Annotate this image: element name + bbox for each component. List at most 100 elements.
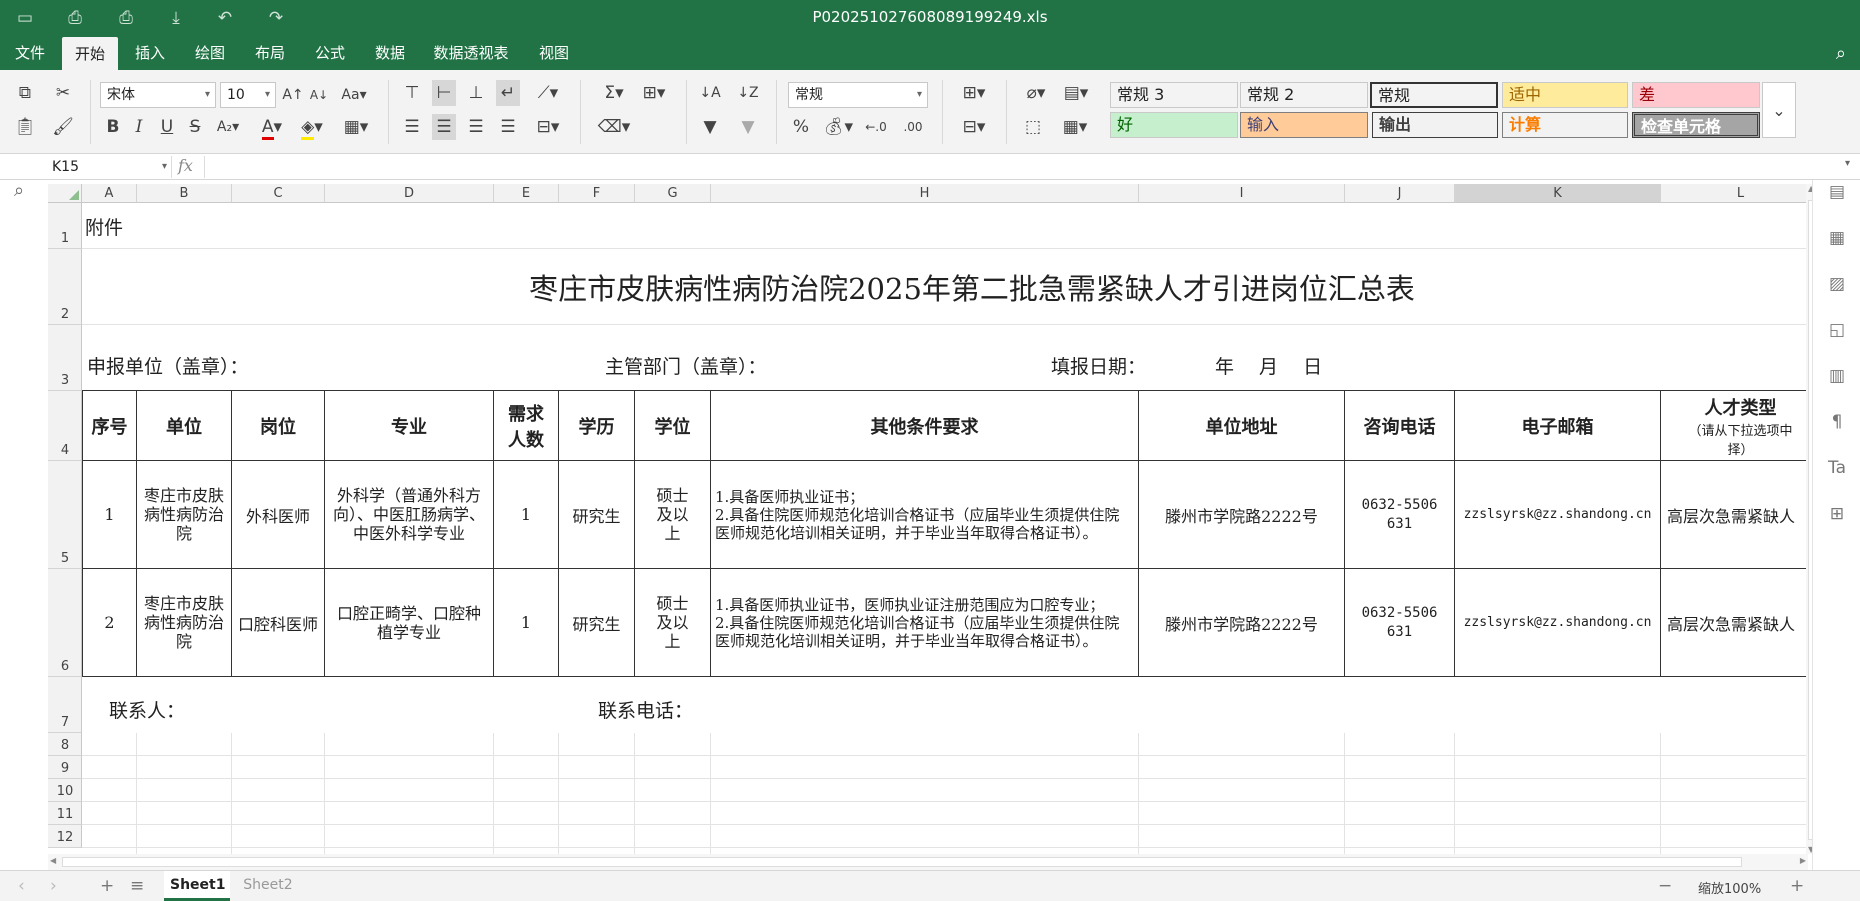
row-header-1[interactable]: 1 — [48, 203, 82, 249]
select-all-corner[interactable] — [48, 184, 82, 203]
row1-degree[interactable]: 硕士及以上 — [635, 461, 711, 569]
row-header-6[interactable]: 6 — [48, 569, 82, 677]
font-name-select[interactable]: 宋体 ▾ — [100, 82, 216, 108]
style-neutral[interactable]: 适中 — [1502, 82, 1628, 108]
conditional-format-icon[interactable]: ▤▾ — [1058, 80, 1094, 106]
header-degree[interactable]: 学位 — [635, 391, 711, 461]
find-icon[interactable]: ⌕ — [14, 180, 24, 201]
currency-icon[interactable]: 💰︎▾ — [822, 114, 854, 140]
increase-font-icon[interactable]: A↑ — [282, 82, 304, 108]
borders-icon[interactable]: ▦▾ — [338, 114, 374, 140]
bold-icon[interactable]: B — [102, 114, 124, 140]
row-header-12[interactable]: 12 — [48, 825, 82, 848]
row2-edu[interactable]: 研究生 — [559, 569, 635, 677]
menu-home[interactable]: 开始 — [62, 37, 118, 71]
row2-degree[interactable]: 硕士及以上 — [635, 569, 711, 677]
row2-post[interactable]: 口腔科医师 — [232, 569, 325, 677]
style-check-cell[interactable]: 检查单元格 — [1632, 112, 1760, 138]
menu-file[interactable]: 文件 — [0, 36, 60, 70]
col-header-c[interactable]: C — [232, 184, 325, 203]
merge-cells-icon[interactable]: ⊟▾ — [530, 114, 566, 140]
scroll-right-icon[interactable]: ▶ — [1800, 856, 1806, 865]
row-header-11[interactable]: 11 — [48, 802, 82, 825]
select-icon[interactable]: ⬚ — [1018, 114, 1048, 140]
col-header-j[interactable]: J — [1345, 184, 1455, 203]
zoom-in-icon[interactable]: + — [1790, 875, 1804, 897]
row2-unit[interactable]: 枣庄市皮肤病性病防治院 — [137, 569, 232, 677]
style-normal[interactable]: 常规 — [1370, 82, 1498, 108]
contact-phone-label[interactable]: 联系电话： — [598, 677, 798, 733]
next-sheet-icon[interactable]: › — [50, 875, 57, 897]
col-header-e[interactable]: E — [494, 184, 559, 203]
horizontal-scrollbar[interactable]: ◀ ▶ — [48, 854, 1808, 870]
row-header-5[interactable]: 5 — [48, 461, 82, 569]
header-seq[interactable]: 序号 — [83, 391, 137, 461]
paste-icon[interactable]: 📋︎ — [12, 114, 38, 140]
cut-icon[interactable]: ✂ — [50, 80, 76, 106]
header-address[interactable]: 单位地址 — [1139, 391, 1345, 461]
row-header-4[interactable]: 4 — [48, 391, 82, 461]
percent-icon[interactable]: % — [790, 114, 812, 140]
italic-icon[interactable]: I — [128, 114, 150, 140]
menu-data[interactable]: 数据 — [364, 36, 416, 70]
row2-type[interactable]: 高层次急需紧缺人 — [1661, 569, 1808, 677]
style-normal-2[interactable]: 常规 2 — [1240, 82, 1368, 108]
sort-desc-icon[interactable]: ↓Z — [736, 80, 760, 106]
header-other[interactable]: 其他条件要求 — [711, 391, 1139, 461]
expand-formula-icon[interactable]: ▾ — [1845, 158, 1850, 169]
col-header-b[interactable]: B — [137, 184, 232, 203]
wrap-text-icon[interactable]: ↵ — [496, 80, 520, 106]
header-unit[interactable]: 单位 — [137, 391, 232, 461]
chart-icon[interactable]: ▥ — [1825, 364, 1849, 388]
row-header-7[interactable]: 7 — [48, 677, 82, 733]
dept-label[interactable]: 主管部门（盖章）： — [605, 325, 905, 391]
format-painter-icon[interactable]: 🖌︎ — [50, 114, 76, 140]
row-header-9[interactable]: 9 — [48, 756, 82, 779]
style-bad[interactable]: 差 — [1632, 82, 1760, 108]
align-center-icon[interactable]: ☰ — [432, 114, 456, 140]
row1-unit[interactable]: 枣庄市皮肤病性病防治院 — [137, 461, 232, 569]
worksheet[interactable]: A B C D E F G H I J K L 1 2 3 4 5 6 7 8 … — [48, 184, 1808, 854]
row1-post[interactable]: 外科医师 — [232, 461, 325, 569]
row1-type[interactable]: 高层次急需紧缺人 — [1661, 461, 1808, 569]
row2-seq[interactable]: 2 — [83, 569, 137, 677]
formula-input[interactable] — [204, 156, 1804, 178]
add-sheet-icon[interactable]: + — [100, 875, 114, 897]
align-top-icon[interactable]: ⊤ — [400, 80, 424, 106]
delete-cells-icon[interactable]: ⊟▾ — [956, 114, 992, 140]
style-input[interactable]: 输入 — [1240, 112, 1368, 138]
table-format-icon[interactable]: ▦▾ — [1056, 114, 1094, 140]
image-icon[interactable]: ▨ — [1825, 272, 1849, 296]
tab-sheet1[interactable]: Sheet1 — [164, 871, 230, 901]
scroll-left-icon[interactable]: ◀ — [50, 856, 56, 865]
header-major[interactable]: 专业 — [325, 391, 494, 461]
row-header-10[interactable]: 10 — [48, 779, 82, 802]
insert-cells-icon[interactable]: ⊞▾ — [956, 80, 992, 106]
name-box[interactable]: K15 ▾ — [48, 156, 172, 178]
row2-other[interactable]: 1.具备医师执业证书，医师执业证注册范围应为口腔专业； 2.具备住院医师规范化培… — [711, 569, 1139, 677]
row2-address[interactable]: 滕州市学院路2222号 — [1139, 569, 1345, 677]
menu-view[interactable]: 视图 — [528, 36, 580, 70]
header-edu[interactable]: 学历 — [559, 391, 635, 461]
strikethrough-icon[interactable]: S — [184, 114, 206, 140]
align-middle-icon[interactable]: ⊢ — [432, 80, 456, 106]
date-label[interactable]: 填报日期： — [1051, 325, 1191, 391]
clear-filter-icon[interactable]: ▼ — [736, 114, 760, 140]
row1-count[interactable]: 1 — [494, 461, 559, 569]
properties-icon[interactable]: ▤ — [1825, 180, 1849, 204]
orientation-icon[interactable]: ⟋▾ — [530, 80, 566, 106]
header-email[interactable]: 电子邮箱 — [1455, 391, 1661, 461]
prev-sheet-icon[interactable]: ‹ — [18, 875, 25, 897]
col-header-d[interactable]: D — [325, 184, 494, 203]
font-size-select[interactable]: 10 ▾ — [220, 82, 276, 108]
underline-icon[interactable]: U — [156, 114, 178, 140]
decrease-decimal-icon[interactable]: ←.0 — [862, 114, 890, 140]
row2-major[interactable]: 口腔正畸学、口腔种植学专业 — [325, 569, 494, 677]
row1-email[interactable]: zzslsyrsk@zz.shandong.cn — [1455, 461, 1661, 569]
row-header-2[interactable]: 2 — [48, 249, 82, 325]
style-calculation[interactable]: 计算 — [1502, 112, 1628, 138]
fill-icon[interactable]: ⊞▾ — [636, 80, 672, 106]
fill-color-icon[interactable]: ◈▾ — [294, 114, 330, 140]
header-type[interactable]: 人才类型 （请从下拉选项中 择） — [1661, 391, 1808, 461]
autosum-icon[interactable]: Σ▾ — [596, 80, 632, 106]
